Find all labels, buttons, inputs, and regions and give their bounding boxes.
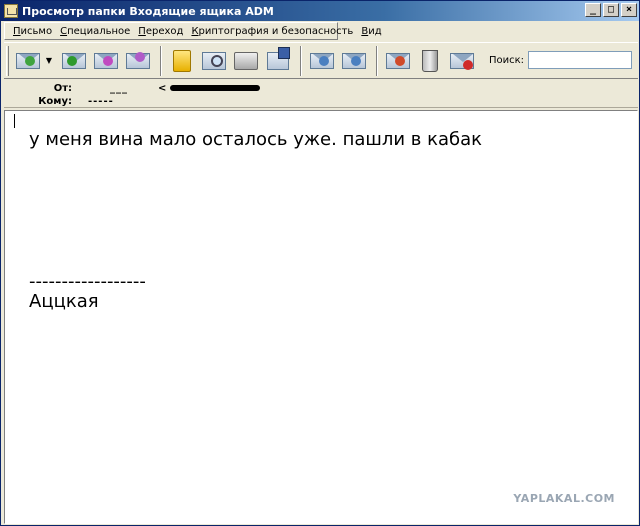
window-controls: _ □ × xyxy=(585,3,637,17)
toolbar-separator xyxy=(376,45,378,76)
toolbar: ▼ Поиск: xyxy=(4,42,638,79)
delete-button[interactable] xyxy=(415,46,445,76)
window-title: Просмотр папки Входящие ящика ADM xyxy=(22,4,274,18)
address-book-button[interactable] xyxy=(167,46,197,76)
get-mail-icon xyxy=(16,52,40,69)
menu-message[interactable]: Письмо xyxy=(13,26,52,37)
search-area: Поиск: xyxy=(489,51,632,69)
next-icon xyxy=(342,52,366,69)
address-book-icon xyxy=(173,49,191,72)
to-value[interactable]: ----- xyxy=(88,96,114,107)
print-icon xyxy=(234,51,258,70)
close-button[interactable]: × xyxy=(621,3,637,17)
watermark: YAPLAKAL.COM xyxy=(513,492,615,505)
mark-icon xyxy=(386,52,410,69)
move-button[interactable] xyxy=(123,46,153,76)
folder-icon xyxy=(4,4,18,18)
print-button[interactable] xyxy=(231,46,261,76)
find-icon xyxy=(202,51,226,70)
signature-separator: ------------------ xyxy=(29,271,146,292)
menu-crypto[interactable]: Криптография и безопасность xyxy=(191,26,353,37)
to-row: Кому: ----- xyxy=(4,95,114,107)
from-row: От: ___ < xyxy=(4,82,261,94)
toolbar-separator xyxy=(160,45,162,76)
toolbar-separator xyxy=(300,45,302,76)
message-body[interactable]: у меня вина мало осталось уже. пашли в к… xyxy=(4,110,638,524)
signature: Аццкая xyxy=(29,291,99,312)
previous-message-button[interactable] xyxy=(307,46,337,76)
find-button[interactable] xyxy=(199,46,229,76)
mark-button[interactable] xyxy=(383,46,413,76)
minimize-button[interactable]: _ xyxy=(585,3,601,17)
message-line: у меня вина мало осталось уже. пашли в к… xyxy=(29,129,483,150)
move-icon xyxy=(126,51,150,69)
menu-special[interactable]: Специальное xyxy=(60,26,130,37)
from-label: От: xyxy=(53,82,72,94)
forward-button[interactable] xyxy=(91,46,121,76)
chevron-down-icon[interactable]: ▼ xyxy=(45,46,53,76)
get-mail-button[interactable] xyxy=(13,46,43,76)
text-caret xyxy=(14,114,15,128)
redacted-address xyxy=(170,85,261,91)
search-label: Поиск: xyxy=(488,54,524,66)
to-label: Кому: xyxy=(38,95,72,107)
junk-button[interactable] xyxy=(447,46,477,76)
forward-icon xyxy=(94,52,118,69)
save-icon xyxy=(267,46,290,70)
from-address-bracket: < xyxy=(158,82,167,94)
search-input[interactable] xyxy=(528,51,632,69)
mail-viewer-window: Просмотр папки Входящие ящика ADM _ □ × … xyxy=(0,0,640,526)
reply-all-icon xyxy=(62,52,86,69)
menu-view[interactable]: Вид xyxy=(361,26,381,37)
from-value[interactable]: ___ xyxy=(110,83,128,94)
menu-go[interactable]: Переход xyxy=(138,26,183,37)
trash-icon xyxy=(422,49,438,72)
message-headers: От: ___ < Кому: ----- xyxy=(4,81,638,108)
junk-icon xyxy=(450,52,474,70)
prev-icon xyxy=(310,52,334,69)
reply-all-button[interactable] xyxy=(59,46,89,76)
toolbar-grip[interactable] xyxy=(6,45,9,76)
next-message-button[interactable] xyxy=(339,46,369,76)
maximize-button[interactable]: □ xyxy=(603,3,619,17)
save-button[interactable] xyxy=(263,46,293,76)
title-bar[interactable]: Просмотр папки Входящие ящика ADM _ □ × xyxy=(1,1,639,21)
menu-bar: Письмо Специальное Переход Криптография … xyxy=(4,22,382,40)
